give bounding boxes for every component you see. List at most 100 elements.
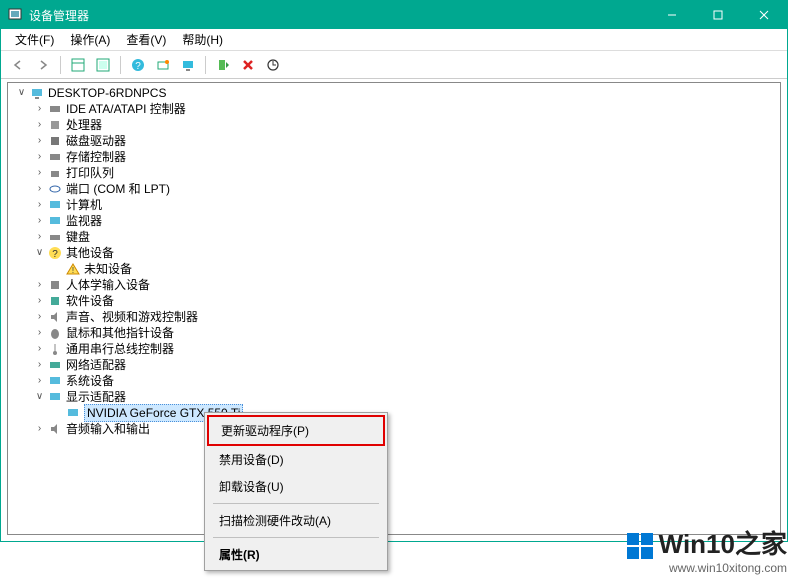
tree-node-gpu[interactable]: NVIDIA GeForce GTX 550 Ti xyxy=(12,405,776,421)
tree-root[interactable]: ∨DESKTOP-6RDNPCS xyxy=(12,85,776,101)
system-icon xyxy=(47,373,63,389)
back-button[interactable] xyxy=(7,54,29,76)
monitor-icon[interactable] xyxy=(177,54,199,76)
warning-icon: ! xyxy=(65,261,81,277)
window-controls xyxy=(649,1,787,29)
node-label: 通用串行总线控制器 xyxy=(66,341,174,357)
tree-node-sound[interactable]: ›声音、视频和游戏控制器 xyxy=(12,309,776,325)
chevron-right-icon[interactable]: › xyxy=(32,181,47,197)
display-icon xyxy=(47,213,63,229)
chevron-down-icon[interactable]: ∨ xyxy=(32,389,47,405)
mouse-icon xyxy=(47,325,63,341)
node-label: 显示适配器 xyxy=(66,389,126,405)
uninstall-device-icon[interactable] xyxy=(237,54,259,76)
tree-node-keyboard[interactable]: › 键盘 xyxy=(12,229,776,245)
menu-action[interactable]: 操作(A) xyxy=(62,29,118,50)
usb-icon xyxy=(47,341,63,357)
software-icon xyxy=(47,293,63,309)
chevron-right-icon[interactable]: › xyxy=(32,325,47,341)
chevron-right-icon[interactable]: › xyxy=(32,117,47,133)
window-title: 设备管理器 xyxy=(29,7,649,24)
chevron-right-icon[interactable]: › xyxy=(32,357,47,373)
tree-node-usb[interactable]: › 通用串行总线控制器 xyxy=(12,341,776,357)
properties-toolbar-icon[interactable] xyxy=(92,54,114,76)
tree-node-software[interactable]: ›软件设备 xyxy=(12,293,776,309)
printer-icon xyxy=(47,165,63,181)
ctx-uninstall-device[interactable]: 卸载设备(U) xyxy=(207,473,385,500)
tree-node-hid[interactable]: ›人体学输入设备 xyxy=(12,277,776,293)
update-driver-icon[interactable] xyxy=(262,54,284,76)
ctx-properties[interactable]: 属性(R) xyxy=(207,541,385,568)
tree-node-other[interactable]: ∨?其他设备 xyxy=(12,245,776,261)
chevron-down-icon[interactable]: ∨ xyxy=(14,85,29,101)
node-label: 计算机 xyxy=(66,197,102,213)
tree-node-ports[interactable]: ›端口 (COM 和 LPT) xyxy=(12,181,776,197)
computer-icon xyxy=(29,85,45,101)
gpu-icon xyxy=(47,389,63,405)
node-label: 磁盘驱动器 xyxy=(66,133,126,149)
chevron-right-icon[interactable]: › xyxy=(32,165,47,181)
keyboard-icon xyxy=(47,229,63,245)
maximize-button[interactable] xyxy=(695,1,741,29)
chevron-right-icon[interactable]: › xyxy=(32,101,47,117)
tree-node-system[interactable]: › 系统设备 xyxy=(12,373,776,389)
view-toggle-icon[interactable] xyxy=(67,54,89,76)
node-label: 未知设备 xyxy=(84,261,132,277)
chevron-right-icon[interactable]: › xyxy=(32,213,47,229)
tree-node-storage[interactable]: ›存储控制器 xyxy=(12,149,776,165)
node-label: 键盘 xyxy=(66,229,90,245)
chevron-right-icon[interactable]: › xyxy=(32,309,47,325)
tree-node-display[interactable]: ∨ 显示适配器 xyxy=(12,389,776,405)
chevron-right-icon[interactable]: › xyxy=(32,197,47,213)
tree-node-mouse[interactable]: ›鼠标和其他指针设备 xyxy=(12,325,776,341)
node-label: 监视器 xyxy=(66,213,102,229)
ctx-scan-hardware[interactable]: 扫描检测硬件改动(A) xyxy=(207,507,385,534)
chevron-right-icon[interactable]: › xyxy=(32,149,47,165)
chevron-right-icon[interactable]: › xyxy=(32,277,47,293)
menu-file[interactable]: 文件(F) xyxy=(7,29,62,50)
chevron-right-icon[interactable]: › xyxy=(32,341,47,357)
enable-device-icon[interactable] xyxy=(212,54,234,76)
node-label: 系统设备 xyxy=(66,373,114,389)
watermark: Win10之家 www.win10xitong.com xyxy=(627,524,787,575)
tree-node-network[interactable]: ›网络适配器 xyxy=(12,357,776,373)
controller-icon xyxy=(47,101,63,117)
tree-node-disk[interactable]: › 磁盘驱动器 xyxy=(12,133,776,149)
tree-node-unknown[interactable]: ! 未知设备 xyxy=(12,261,776,277)
minimize-button[interactable] xyxy=(649,1,695,29)
chevron-down-icon[interactable]: ∨ xyxy=(32,245,47,261)
node-label: 打印队列 xyxy=(66,165,114,181)
chevron-right-icon[interactable]: › xyxy=(32,421,47,437)
menu-help[interactable]: 帮助(H) xyxy=(174,29,231,50)
network-icon xyxy=(47,357,63,373)
tree-node-printq[interactable]: › 打印队列 xyxy=(12,165,776,181)
menubar: 文件(F) 操作(A) 查看(V) 帮助(H) xyxy=(1,29,787,51)
tree-node-monitor[interactable]: › 监视器 xyxy=(12,213,776,229)
question-icon: ? xyxy=(47,245,63,261)
svg-text:?: ? xyxy=(135,61,141,72)
chevron-right-icon[interactable]: › xyxy=(32,373,47,389)
chevron-right-icon[interactable]: › xyxy=(32,293,47,309)
chevron-right-icon[interactable]: › xyxy=(32,229,47,245)
storage-icon xyxy=(47,149,63,165)
tree-node-audioio[interactable]: ›音频输入和输出 xyxy=(12,421,776,437)
tree-node-cpu[interactable]: ›处理器 xyxy=(12,117,776,133)
watermark-logo: Win10之家 xyxy=(627,524,787,561)
audio-icon xyxy=(47,421,63,437)
svg-text:?: ? xyxy=(52,249,58,260)
chevron-right-icon[interactable]: › xyxy=(32,133,47,149)
menu-view[interactable]: 查看(V) xyxy=(118,29,174,50)
device-manager-window: 设备管理器 文件(F) 操作(A) 查看(V) 帮助(H) ? ∨DESKTOP… xyxy=(0,0,788,542)
context-menu-separator xyxy=(213,537,379,538)
help-icon[interactable]: ? xyxy=(127,54,149,76)
tree-node-computer[interactable]: › 计算机 xyxy=(12,197,776,213)
titlebar: 设备管理器 xyxy=(1,1,787,29)
tree-node-ide[interactable]: ›IDE ATA/ATAPI 控制器 xyxy=(12,101,776,117)
svg-text:!: ! xyxy=(72,266,74,275)
ctx-disable-device[interactable]: 禁用设备(D) xyxy=(207,446,385,473)
device-tree: ∨DESKTOP-6RDNPCS ›IDE ATA/ATAPI 控制器 ›处理器… xyxy=(7,82,781,535)
ctx-update-driver[interactable]: 更新驱动程序(P) xyxy=(207,415,385,446)
close-button[interactable] xyxy=(741,1,787,29)
forward-button[interactable] xyxy=(32,54,54,76)
scan-hardware-icon[interactable] xyxy=(152,54,174,76)
